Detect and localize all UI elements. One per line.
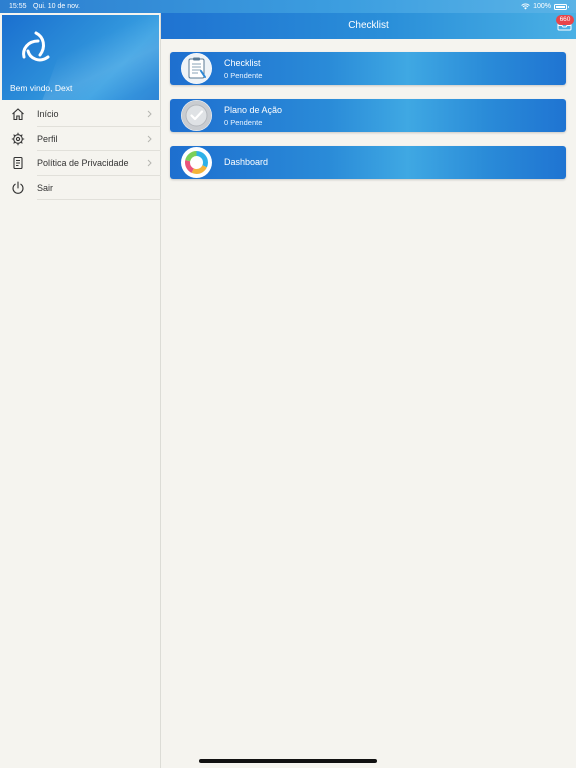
app-logo-icon	[22, 31, 50, 62]
dashboard-ring-icon	[181, 147, 212, 178]
card-dashboard[interactable]: Dashboard	[170, 146, 566, 179]
sidebar-item-sair[interactable]: Sair	[0, 176, 161, 200]
clipboard-icon	[181, 53, 212, 84]
sidebar-header: Bem vindo, Dext	[2, 15, 159, 100]
sidebar-item-politica[interactable]: Política de Privacidade	[0, 151, 161, 176]
card-plano-de-acao[interactable]: Plano de Ação 0 Pendente	[170, 99, 566, 132]
battery-icon	[554, 3, 569, 10]
home-indicator[interactable]	[199, 759, 377, 763]
home-icon	[11, 107, 25, 121]
header-bar: Checklist	[161, 13, 576, 39]
sidebar-item-inicio[interactable]: Início	[0, 102, 161, 127]
welcome-text: Bem vindo, Dext	[10, 83, 73, 93]
chevron-right-icon	[147, 159, 152, 167]
page-title: Checklist	[348, 20, 389, 31]
sidebar-item-perfil[interactable]: Perfil	[0, 127, 161, 151]
card-checklist[interactable]: Checklist 0 Pendente	[170, 52, 566, 85]
chevron-right-icon	[147, 135, 152, 143]
card-subtitle: 0 Pendente	[224, 71, 263, 80]
sidebar-item-label: Sair	[37, 182, 54, 193]
sidebar-item-label: Perfil	[37, 133, 58, 144]
check-circle-icon	[181, 100, 212, 131]
power-icon	[11, 181, 25, 195]
sidebar-item-label: Política de Privacidade	[37, 158, 129, 169]
card-title: Checklist	[224, 58, 261, 68]
card-title: Plano de Ação	[224, 105, 283, 115]
chevron-right-icon	[147, 110, 152, 118]
document-icon	[11, 156, 25, 170]
notification-badge[interactable]: 660	[556, 15, 574, 25]
battery-percent: 100%	[533, 3, 551, 10]
status-bar: 15:55 Qui. 10 de nov. 100%	[0, 0, 576, 13]
status-date: Qui. 10 de nov.	[33, 3, 80, 10]
gear-icon	[11, 132, 25, 146]
module-list: Checklist 0 Pendente Plano de Ação 0 Pen…	[170, 52, 566, 193]
sidebar-menu: Início Perfil Política de Privacidade Sa…	[0, 102, 161, 200]
status-time: 15:55	[9, 3, 27, 10]
card-title: Dashboard	[224, 157, 269, 167]
status-right: 100%	[521, 0, 569, 13]
sidebar: Bem vindo, Dext Início Perfil Política d…	[0, 13, 161, 768]
sidebar-item-label: Início	[37, 109, 59, 120]
wifi-icon	[521, 3, 530, 10]
card-subtitle: 0 Pendente	[224, 118, 263, 127]
